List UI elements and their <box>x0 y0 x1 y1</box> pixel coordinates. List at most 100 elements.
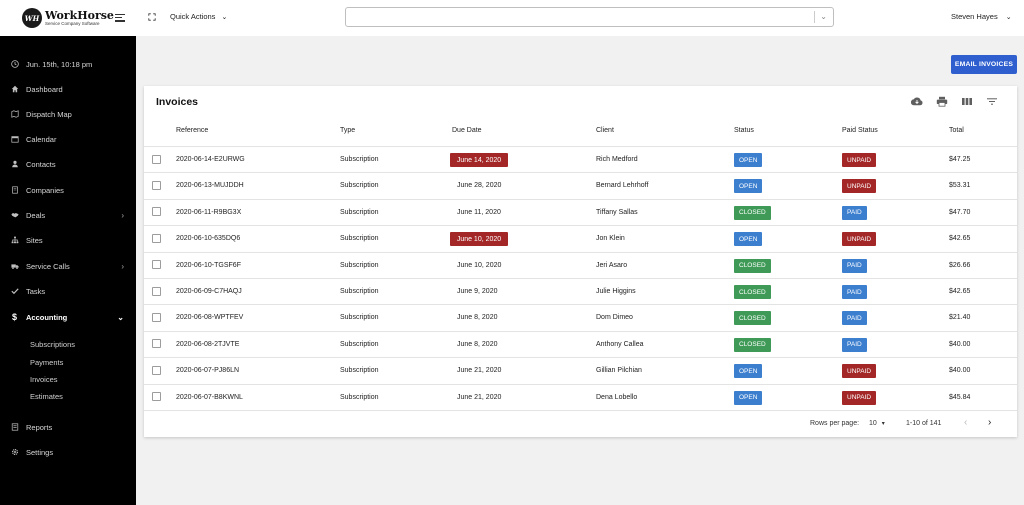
due-date: June 21, 2020 <box>457 367 502 375</box>
client-name: Jeri Asaro <box>596 261 628 269</box>
due-date: June 8, 2020 <box>457 340 498 348</box>
menu-toggle-icon[interactable] <box>115 14 125 24</box>
invoice-total: $40.00 <box>949 340 971 348</box>
table-row[interactable]: 2020-06-13-MUJDDH Subscription June 28, 20… <box>144 172 1017 198</box>
chevron-right-icon: › <box>121 261 124 271</box>
sidebar-item-reports[interactable]: Reports <box>0 417 136 437</box>
row-checkbox[interactable] <box>152 392 161 402</box>
invoice-reference[interactable]: 2020-06-11-R9BG3X <box>176 209 241 216</box>
table-row[interactable]: 2020-06-14-E2URWG Subscription June 14, 20… <box>144 146 1017 172</box>
handshake-icon <box>10 211 19 220</box>
invoice-total: $26.66 <box>949 261 971 269</box>
table-row[interactable]: 2020-06-08-2TJVTE Subscription June 8, 202… <box>144 330 1017 357</box>
pagination-range: 1-10 of 141 <box>906 420 942 427</box>
row-checkbox[interactable] <box>152 233 161 243</box>
user-menu[interactable]: Steven Hayes ⌄ <box>951 12 1012 21</box>
sidebar-item-dispatch-map[interactable]: Dispatch Map <box>0 104 136 124</box>
quick-actions-menu[interactable]: Quick Actions ⌄ <box>170 12 227 21</box>
sidebar-item-settings[interactable]: Settings <box>0 442 136 462</box>
global-search-select[interactable]: ⌄ <box>345 7 834 27</box>
paid-status-badge: PAID <box>842 337 867 352</box>
sidebar-subitem-payments[interactable]: Payments <box>30 358 63 367</box>
due-date-overdue: June 10, 2020 <box>450 232 508 247</box>
table-row[interactable]: 2020-06-09-C7HAQJ Subscription June 9, 202… <box>144 278 1017 304</box>
sidebar-subitem-estimates[interactable]: Estimates <box>30 392 63 401</box>
sitemap-icon <box>10 236 19 245</box>
client-name: Rich Medford <box>596 156 638 163</box>
paid-status-badge: PAID <box>842 205 867 220</box>
client-name: Julie Higgins <box>596 288 636 295</box>
sidebar-item-accounting[interactable]: $ Accounting ⌄ <box>0 307 136 327</box>
truck-icon <box>10 262 19 271</box>
invoice-reference[interactable]: 2020-06-08-WPTFEV <box>176 314 243 321</box>
sidebar-item-sites[interactable]: Sites <box>0 230 136 250</box>
invoice-type: Subscription <box>340 314 379 322</box>
invoice-reference[interactable]: 2020-06-07-PJ86LN <box>176 367 239 374</box>
sidebar-subitem-invoices[interactable]: Invoices <box>30 375 58 384</box>
status-badge: OPEN <box>734 390 763 405</box>
paid-status-badge: UNPAID <box>842 232 877 247</box>
paid-status-badge: PAID <box>842 311 867 326</box>
row-checkbox[interactable] <box>152 339 161 349</box>
row-checkbox[interactable] <box>152 286 161 296</box>
table-row[interactable]: 2020-06-11-R9BG3X Subscription June 11, 20… <box>144 198 1017 225</box>
columns-icon[interactable] <box>961 96 973 107</box>
invoices-card: Invoices Reference Type Due Date Client … <box>144 86 1017 437</box>
invoice-total: $53.31 <box>949 182 971 190</box>
status-badge: CLOSED <box>734 311 771 326</box>
table-row[interactable]: 2020-06-08-WPTFEV Subscription June 8, 202… <box>144 304 1017 330</box>
row-checkbox[interactable] <box>152 207 161 217</box>
table-row[interactable]: 2020-06-07-B8KWNL Subscription June 21, 20… <box>144 383 1017 410</box>
print-icon[interactable] <box>936 96 948 107</box>
invoice-reference[interactable]: 2020-06-08-2TJVTE <box>176 341 239 348</box>
email-invoices-button[interactable]: EMAIL INVOICES <box>951 55 1017 74</box>
cloud-download-icon[interactable] <box>910 96 923 107</box>
invoice-reference[interactable]: 2020-06-09-C7HAQJ <box>176 288 242 295</box>
table-row[interactable]: 2020-06-10-TGSF6F Subscription June 10, 20… <box>144 251 1017 278</box>
invoice-reference[interactable]: 2020-06-13-MUJDDH <box>176 182 244 189</box>
sidebar-subitem-subscriptions[interactable]: Subscriptions <box>30 340 75 349</box>
column-header-due-date[interactable]: Due Date <box>452 127 482 134</box>
column-header-total[interactable]: Total <box>949 127 964 134</box>
table-row[interactable]: 2020-06-10-635DQ6 Subscription June 10, 20… <box>144 225 1017 251</box>
table-row[interactable]: 2020-06-07-PJ86LN Subscription June 21, 20… <box>144 357 1017 383</box>
invoice-reference[interactable]: 2020-06-07-B8KWNL <box>176 394 243 401</box>
row-checkbox[interactable] <box>152 365 161 375</box>
prev-page-icon[interactable]: ‹ <box>964 417 967 428</box>
sidebar-item-deals[interactable]: Deals › <box>0 205 136 225</box>
invoice-reference[interactable]: 2020-06-10-635DQ6 <box>176 235 240 242</box>
column-header-type[interactable]: Type <box>340 127 355 134</box>
rows-per-page-select[interactable]: 10 ▾ <box>869 420 885 427</box>
invoice-reference[interactable]: 2020-06-14-E2URWG <box>176 156 245 163</box>
logo[interactable]: WH WorkHorse Service Company Software <box>0 0 136 36</box>
map-icon <box>10 110 19 119</box>
column-header-client[interactable]: Client <box>596 127 614 134</box>
row-checkbox[interactable] <box>152 154 161 164</box>
card-title: Invoices <box>156 96 199 108</box>
client-name: Dom Dimeo <box>596 314 633 322</box>
chevron-down-icon: ⌄ <box>117 312 124 322</box>
paid-status-badge: UNPAID <box>842 179 877 194</box>
paid-status-badge: PAID <box>842 285 867 299</box>
invoice-total: $40.00 <box>949 367 971 375</box>
sidebar-datetime: Jun. 15th, 10:18 pm <box>0 54 136 74</box>
next-page-icon[interactable]: › <box>988 417 991 428</box>
filter-icon[interactable] <box>986 96 998 107</box>
column-header-status[interactable]: Status <box>734 127 754 134</box>
row-checkbox[interactable] <box>152 312 161 322</box>
invoice-reference[interactable]: 2020-06-10-TGSF6F <box>176 262 241 269</box>
sidebar-item-companies[interactable]: Companies <box>0 180 136 200</box>
sidebar-item-service-calls[interactable]: Service Calls › <box>0 256 136 276</box>
row-checkbox[interactable] <box>152 260 161 270</box>
chevron-down-icon[interactable]: ⌄ <box>820 12 827 21</box>
fullscreen-icon[interactable] <box>148 13 156 21</box>
client-name: Tiffany Sallas <box>596 208 638 216</box>
column-header-paid-status[interactable]: Paid Status <box>842 127 878 134</box>
invoice-type: Subscription <box>340 393 379 401</box>
sidebar-item-contacts[interactable]: Contacts <box>0 154 136 174</box>
row-checkbox[interactable] <box>152 180 161 190</box>
sidebar-item-calendar[interactable]: Calendar <box>0 129 136 149</box>
sidebar-item-tasks[interactable]: Tasks <box>0 281 136 301</box>
column-header-reference[interactable]: Reference <box>176 127 208 134</box>
sidebar-item-dashboard[interactable]: Dashboard <box>0 79 136 99</box>
